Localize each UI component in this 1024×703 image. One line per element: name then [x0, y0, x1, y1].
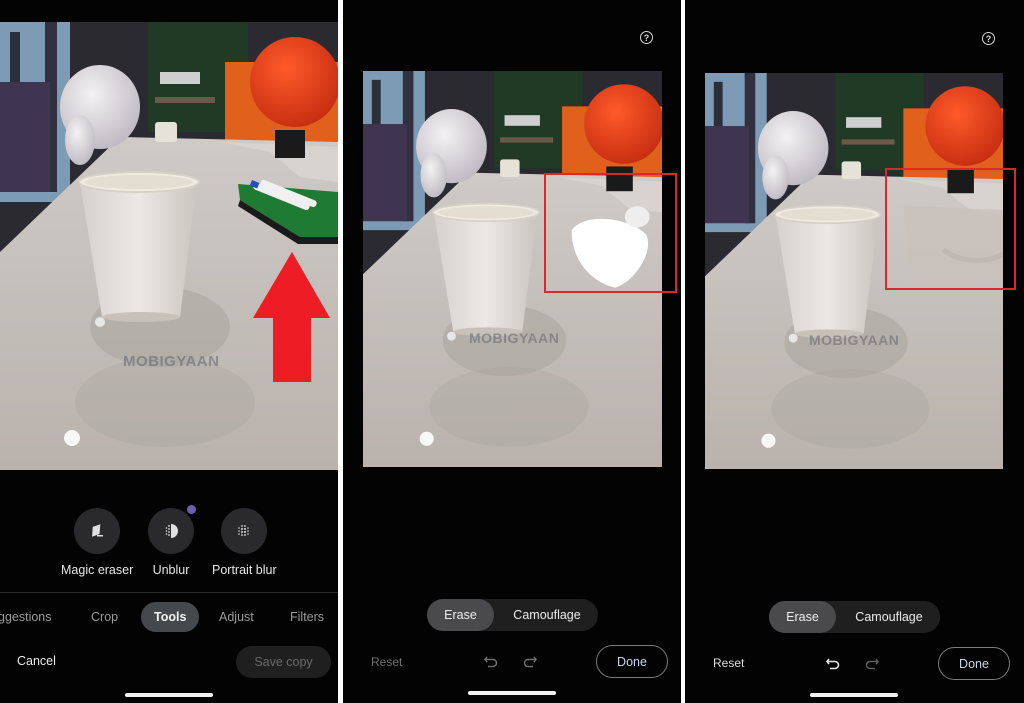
tool-label: Unblur: [152, 563, 190, 577]
editor-panel-tools: MOBIGYAAN Magic eraser Unblur Portrait b…: [0, 0, 338, 703]
eraser-icon: [92, 524, 104, 537]
divider: [0, 592, 338, 593]
new-badge-dot: [187, 505, 196, 514]
tool-magic-eraser[interactable]: Magic eraser: [61, 508, 133, 577]
cancel-button[interactable]: Cancel: [17, 654, 56, 668]
home-indicator[interactable]: [125, 693, 213, 697]
mode-camouflage[interactable]: Camouflage: [497, 599, 597, 631]
tab-crop[interactable]: Crop: [91, 602, 118, 632]
mode-camouflage[interactable]: Camouflage: [839, 601, 939, 633]
tab-filters[interactable]: Filters: [290, 602, 324, 632]
reset-button[interactable]: Reset: [371, 655, 402, 669]
tool-portrait-blur[interactable]: Portrait blur: [212, 508, 277, 577]
undo-icon[interactable]: [483, 653, 499, 669]
mode-toggle: Erase Camouflage: [427, 599, 598, 631]
tab-suggestions[interactable]: ggestions: [0, 602, 52, 632]
portrait-blur-icon: [238, 525, 250, 536]
watermark: MOBIGYAAN: [809, 332, 900, 348]
red-arrow-annotation: [253, 252, 330, 382]
red-highlight-box: [544, 173, 677, 293]
watermark: MOBIGYAAN: [469, 330, 560, 346]
help-circle-icon[interactable]: ?: [640, 31, 653, 44]
done-button[interactable]: Done: [938, 647, 1010, 680]
mode-toggle: Erase Camouflage: [769, 601, 940, 633]
redo-icon[interactable]: [522, 653, 538, 669]
editor-tabs: ggestions Crop Tools Adjust Filters: [0, 602, 338, 632]
done-button[interactable]: Done: [596, 645, 668, 678]
magic-eraser-panel-result: ? MOBIGYAAN Erase Camouflage Reset Done: [685, 0, 1024, 703]
tab-tools[interactable]: Tools: [141, 602, 200, 632]
redo-icon[interactable]: [864, 655, 880, 671]
tab-adjust[interactable]: Adjust: [219, 602, 254, 632]
help-circle-icon[interactable]: ?: [982, 32, 995, 45]
home-indicator[interactable]: [468, 691, 556, 695]
magic-eraser-panel-brushing: ? MOBIGYAAN Erase Camouflage Reset Done: [343, 0, 681, 703]
mode-erase[interactable]: Erase: [769, 601, 836, 633]
home-indicator[interactable]: [810, 693, 898, 697]
photo-preview: MOBIGYAAN: [0, 22, 338, 470]
undo-icon[interactable]: [825, 655, 841, 671]
tool-unblur[interactable]: Unblur: [148, 505, 196, 577]
mode-erase[interactable]: Erase: [427, 599, 494, 631]
tool-label: Magic eraser: [61, 563, 134, 577]
save-copy-button[interactable]: Save copy: [236, 646, 331, 678]
tools-row: Magic eraser Unblur Portrait blur: [0, 505, 338, 578]
unblur-icon: [165, 524, 178, 538]
red-highlight-box: [885, 168, 1016, 290]
tool-label: Portrait blur: [212, 563, 277, 577]
reset-button[interactable]: Reset: [713, 656, 744, 670]
